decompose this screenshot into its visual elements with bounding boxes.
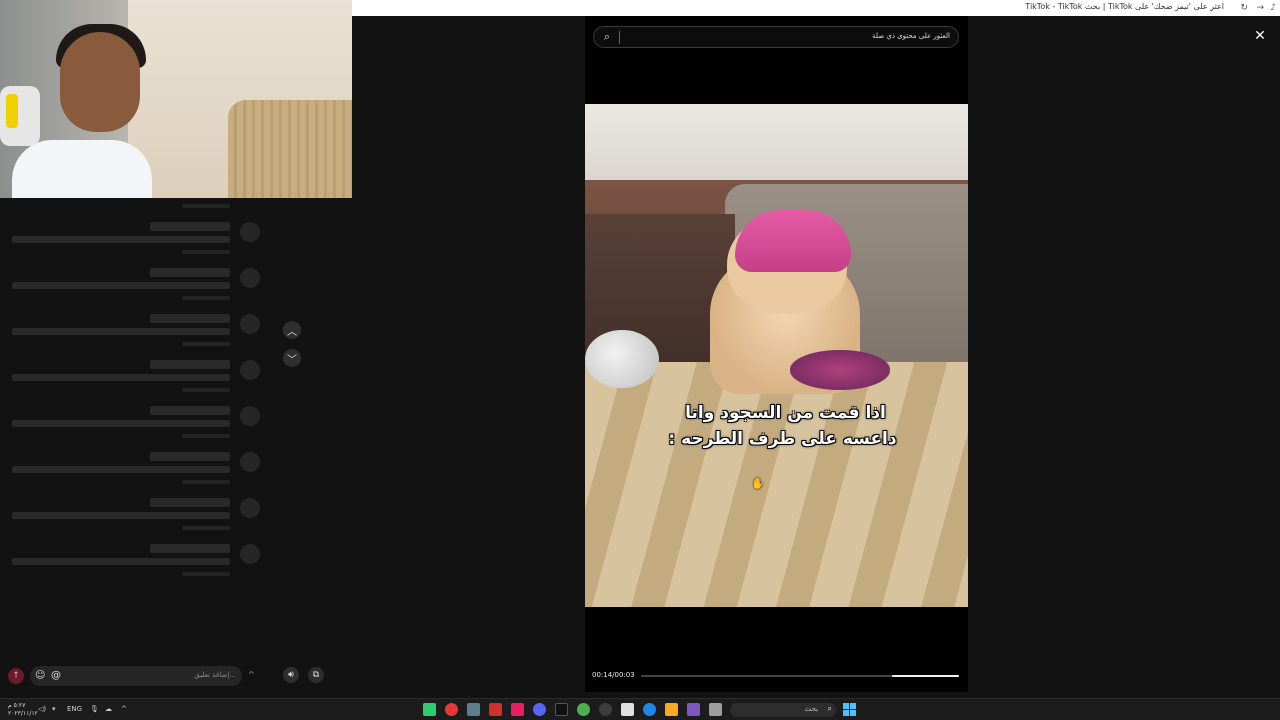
xbox-icon[interactable] — [577, 703, 590, 716]
discord-icon[interactable] — [533, 703, 546, 716]
tab-title: TikTok - TikTok بحث | TikTok اعثر على 'ت… — [1025, 2, 1224, 11]
arrow-up-icon: ↑ — [12, 671, 20, 681]
search-icon[interactable]: ⌕ — [600, 30, 614, 44]
mention-icon[interactable]: @ — [51, 669, 61, 683]
taskbar: ٥:٢٧ م ٢٠٢٣/١١/١٢ ◁) ▾ ENG 🎙︎ ☁ ^ بحث ⌕ — [0, 698, 1280, 720]
comment-skeleton — [0, 360, 272, 406]
chevron-down-icon[interactable]: ▾ — [52, 704, 56, 714]
comment-input[interactable]: ☺ @ إضافة تعليق... — [30, 666, 242, 686]
volume-button[interactable]: 🔊︎ — [283, 667, 299, 683]
emoji-icon[interactable]: ☺ — [35, 669, 45, 683]
store-icon[interactable] — [621, 703, 634, 716]
related-search-bar[interactable]: ⌕ العثور على محتوى ذي صلة — [593, 26, 959, 48]
picture-in-picture-button[interactable]: ⧉ — [308, 667, 324, 683]
chevron-up-icon[interactable]: ^ — [248, 670, 255, 679]
avatar — [240, 544, 260, 564]
speaker-icon[interactable]: ◁) — [38, 704, 46, 714]
video-frame[interactable]: اذا قمت من السجود وانا داعسه على طرف الط… — [585, 104, 968, 607]
tiktok-icon[interactable] — [555, 703, 568, 716]
progress-fill — [892, 675, 959, 677]
folder-icon[interactable] — [665, 703, 678, 716]
cloud-icon[interactable]: ☁ — [105, 704, 112, 714]
comment-skeleton — [0, 544, 272, 590]
avatar — [240, 222, 260, 242]
next-video-button[interactable]: ﹀ — [283, 349, 301, 367]
clock-date: ٢٠٢٣/١١/١٢ — [8, 710, 38, 717]
speaker-icon: 🔊︎ — [288, 670, 294, 680]
post-button[interactable]: ↑ — [8, 668, 24, 684]
video-caption: اذا قمت من السجود وانا داعسه على طرف الط… — [585, 400, 968, 452]
avatar — [240, 406, 260, 426]
tiktok-favicon-icon: ♪ — [1270, 3, 1276, 13]
avatar — [240, 360, 260, 380]
previous-video-button[interactable]: ︿ — [283, 321, 301, 339]
app-icon[interactable] — [423, 703, 436, 716]
video-timecode: 00:14/00:03 — [592, 671, 635, 679]
app-icon[interactable] — [709, 703, 722, 716]
caption-line-2: داعسه على طرف الطرحه : — [668, 429, 897, 449]
comment-input-bar: ↑ ☺ @ إضافة تعليق... ^ — [0, 662, 272, 690]
comment-skeleton — [0, 314, 272, 360]
pip-icon: ⧉ — [312, 670, 320, 680]
chevron-up-icon[interactable]: ^ — [121, 704, 127, 714]
progress-bar[interactable] — [641, 675, 959, 677]
app-icon[interactable] — [599, 703, 612, 716]
edge-icon[interactable] — [643, 703, 656, 716]
browser-titlebar: ♪ → ↻ TikTok - TikTok بحث | TikTok اعثر … — [352, 0, 1280, 16]
mouse-cursor-icon: ✋ — [751, 477, 765, 490]
pink-hat — [735, 210, 851, 272]
reload-icon[interactable]: ↻ — [1240, 2, 1248, 14]
comment-placeholder: إضافة تعليق... — [194, 671, 236, 679]
windows-start-icon[interactable] — [843, 703, 856, 716]
webcam-overlay — [0, 0, 352, 198]
skeleton-line — [182, 204, 230, 208]
search-icon: ⌕ — [827, 704, 832, 713]
caption-line-1: اذا قمت من السجود وانا — [685, 403, 886, 423]
close-icon: ✕ — [1254, 28, 1266, 44]
comment-skeleton — [0, 268, 272, 314]
avatar — [240, 498, 260, 518]
comments-panel — [0, 198, 272, 692]
screen: ♪ → ↻ TikTok - TikTok بحث | TikTok اعثر … — [0, 0, 1280, 720]
text-cursor — [619, 31, 620, 44]
close-button[interactable]: ✕ — [1251, 27, 1269, 45]
taskbar-search-placeholder: بحث — [804, 705, 818, 713]
clock[interactable]: ٥:٢٧ م ٢٠٢٣/١١/١٢ — [8, 702, 38, 718]
language-indicator[interactable]: ENG — [67, 704, 82, 714]
chevron-down-icon: ﹀ — [287, 354, 297, 366]
avatar — [240, 452, 260, 472]
chevron-up-icon: ︿ — [287, 326, 297, 338]
comment-skeleton — [0, 406, 272, 452]
microphone-icon[interactable]: 🎙︎ — [90, 704, 99, 714]
avatar — [240, 314, 260, 334]
comment-skeleton — [0, 498, 272, 544]
settings-icon[interactable] — [467, 703, 480, 716]
app-icon[interactable] — [489, 703, 502, 716]
taskbar-search[interactable]: بحث ⌕ — [730, 703, 836, 717]
clock-time: ٥:٢٧ م — [8, 702, 26, 709]
forward-icon[interactable]: → — [1256, 2, 1264, 14]
tiktok-icon[interactable] — [511, 703, 524, 716]
avatar — [240, 268, 260, 288]
app-icon[interactable] — [445, 703, 458, 716]
comment-skeleton — [0, 452, 272, 498]
search-placeholder: العثور على محتوى ذي صلة — [872, 32, 950, 40]
comment-skeleton — [0, 222, 272, 268]
app-icon[interactable] — [687, 703, 700, 716]
